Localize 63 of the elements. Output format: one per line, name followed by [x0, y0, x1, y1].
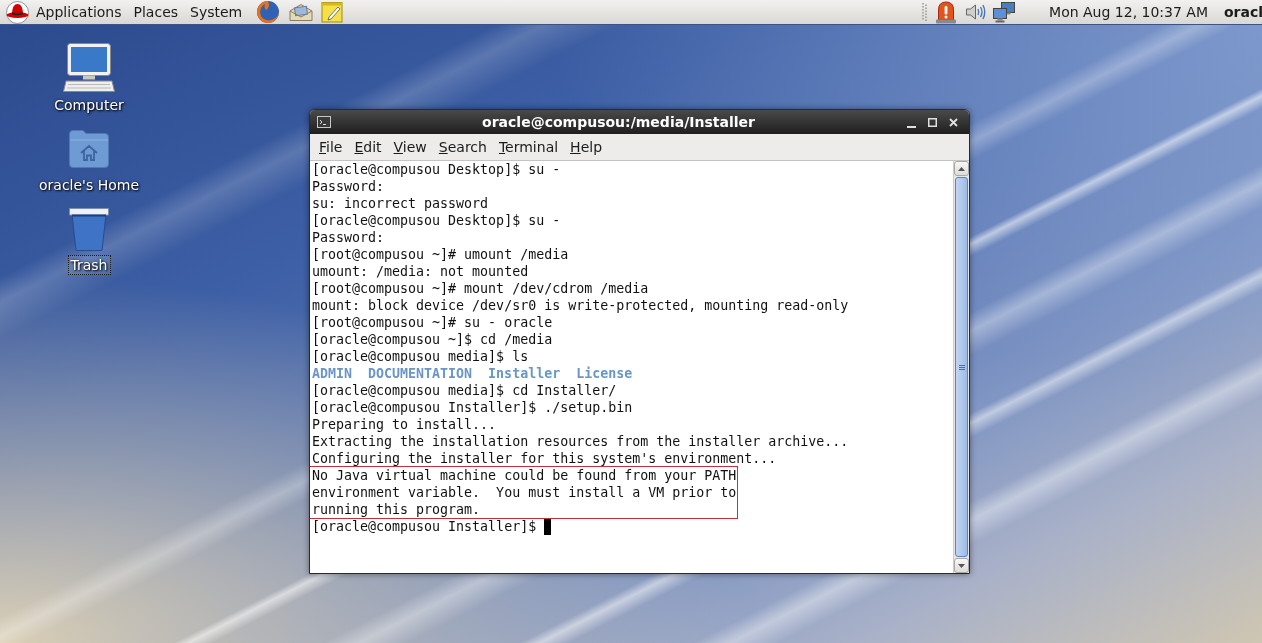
terminal-line: Extracting the installation resources from the installer archive...	[312, 433, 849, 450]
menu-item[interactable]: Search	[432, 138, 493, 156]
directory-name: Installer	[488, 366, 561, 381]
computer-icon[interactable]	[63, 43, 115, 93]
terminal-line: [root@compusou ~]# mount /dev/cdrom /media	[312, 280, 649, 297]
close-button[interactable]	[948, 116, 959, 128]
down-arrow-icon	[958, 563, 965, 568]
terminal-line: Preparing to install...	[312, 416, 497, 433]
minimize-icon	[907, 125, 916, 128]
menu-item[interactable]: Help	[564, 138, 609, 156]
terminal-line: [oracle@compusou Desktop]$ su -	[312, 161, 561, 178]
close-icon	[949, 117, 958, 127]
menu-item[interactable]: View	[387, 138, 433, 156]
terminal-line: environment variable. You must install a VM prior to	[312, 484, 737, 501]
panel-handle-icon[interactable]	[922, 3, 928, 21]
terminal-line: [root@compusou ~]# su - oracle	[312, 314, 553, 331]
terminal-line: mount: block device /dev/sr0 is write-protected, mounting read-only	[312, 297, 849, 314]
maximize-icon	[928, 117, 937, 127]
scroll-up-button[interactable]	[954, 161, 969, 176]
desktop-icon-label[interactable]: Computer	[51, 95, 127, 115]
terminal-line: running this program.	[312, 501, 481, 518]
hat-logo-icon[interactable]	[5, 0, 30, 24]
panel-clock[interactable]: Mon Aug 12, 10:37 AM	[1049, 2, 1208, 22]
terminal-icon	[317, 116, 331, 128]
menu-item[interactable]: Terminal	[492, 138, 565, 156]
globe-icon[interactable]	[256, 0, 281, 24]
terminal-line: Password:	[312, 178, 385, 195]
terminal-line: [oracle@compusou Installer]$	[312, 519, 537, 534]
trash-icon[interactable]	[68, 205, 110, 251]
terminal-line: [oracle@compusou ~]$ cd /media	[312, 331, 553, 348]
desktop-icon-label[interactable]: Trash	[67, 255, 111, 275]
directory-name: ADMIN	[312, 366, 353, 381]
notepad-icon[interactable]	[321, 1, 344, 23]
home-folder-icon[interactable]	[68, 128, 110, 168]
terminal-line: [oracle@compusou media]$ ls	[312, 348, 529, 365]
user-menu[interactable]: oracl	[1224, 2, 1262, 22]
terminal-line: No Java virtual machine could be found from your PATH	[312, 467, 737, 484]
scroll-thumb[interactable]	[955, 177, 968, 557]
scroll-down-button[interactable]	[954, 558, 969, 573]
menu-item[interactable]: Edit	[348, 138, 388, 156]
panel-menu[interactable]: Applications	[30, 2, 128, 22]
desktop-icon-label[interactable]: oracle's Home	[36, 175, 143, 195]
network-icon[interactable]	[993, 1, 1016, 23]
grip-icon	[958, 364, 965, 370]
speaker-icon[interactable]	[965, 2, 987, 22]
panel-menu[interactable]: System	[184, 2, 249, 22]
maximize-button[interactable]	[927, 116, 938, 128]
envelope-icon[interactable]	[289, 2, 314, 22]
terminal-line: Password:	[312, 229, 385, 246]
terminal-line: Configuring the installer for this system's environment...	[312, 450, 777, 467]
up-arrow-icon	[958, 166, 965, 171]
terminal-line: su: incorrect password	[312, 195, 489, 212]
terminal-line: [oracle@compusou media]$ cd Installer/	[312, 382, 617, 399]
directory-name: License	[576, 366, 633, 381]
directory-name: DOCUMENTATION	[368, 366, 473, 381]
menu-item[interactable]: File	[313, 138, 349, 156]
terminal-line: [oracle@compusou Desktop]$ su -	[312, 212, 561, 229]
terminal-line: [oracle@compusou Installer]$ ./setup.bin	[312, 399, 633, 416]
window-title: oracle@compusou:/media/Installer	[482, 113, 755, 131]
terminal-line: [root@compusou ~]# umount /media	[312, 246, 569, 263]
terminal-line: umount: /media: not mounted	[312, 263, 529, 280]
alert-siren-icon[interactable]	[935, 0, 958, 24]
panel-menu[interactable]: Places	[127, 2, 185, 22]
